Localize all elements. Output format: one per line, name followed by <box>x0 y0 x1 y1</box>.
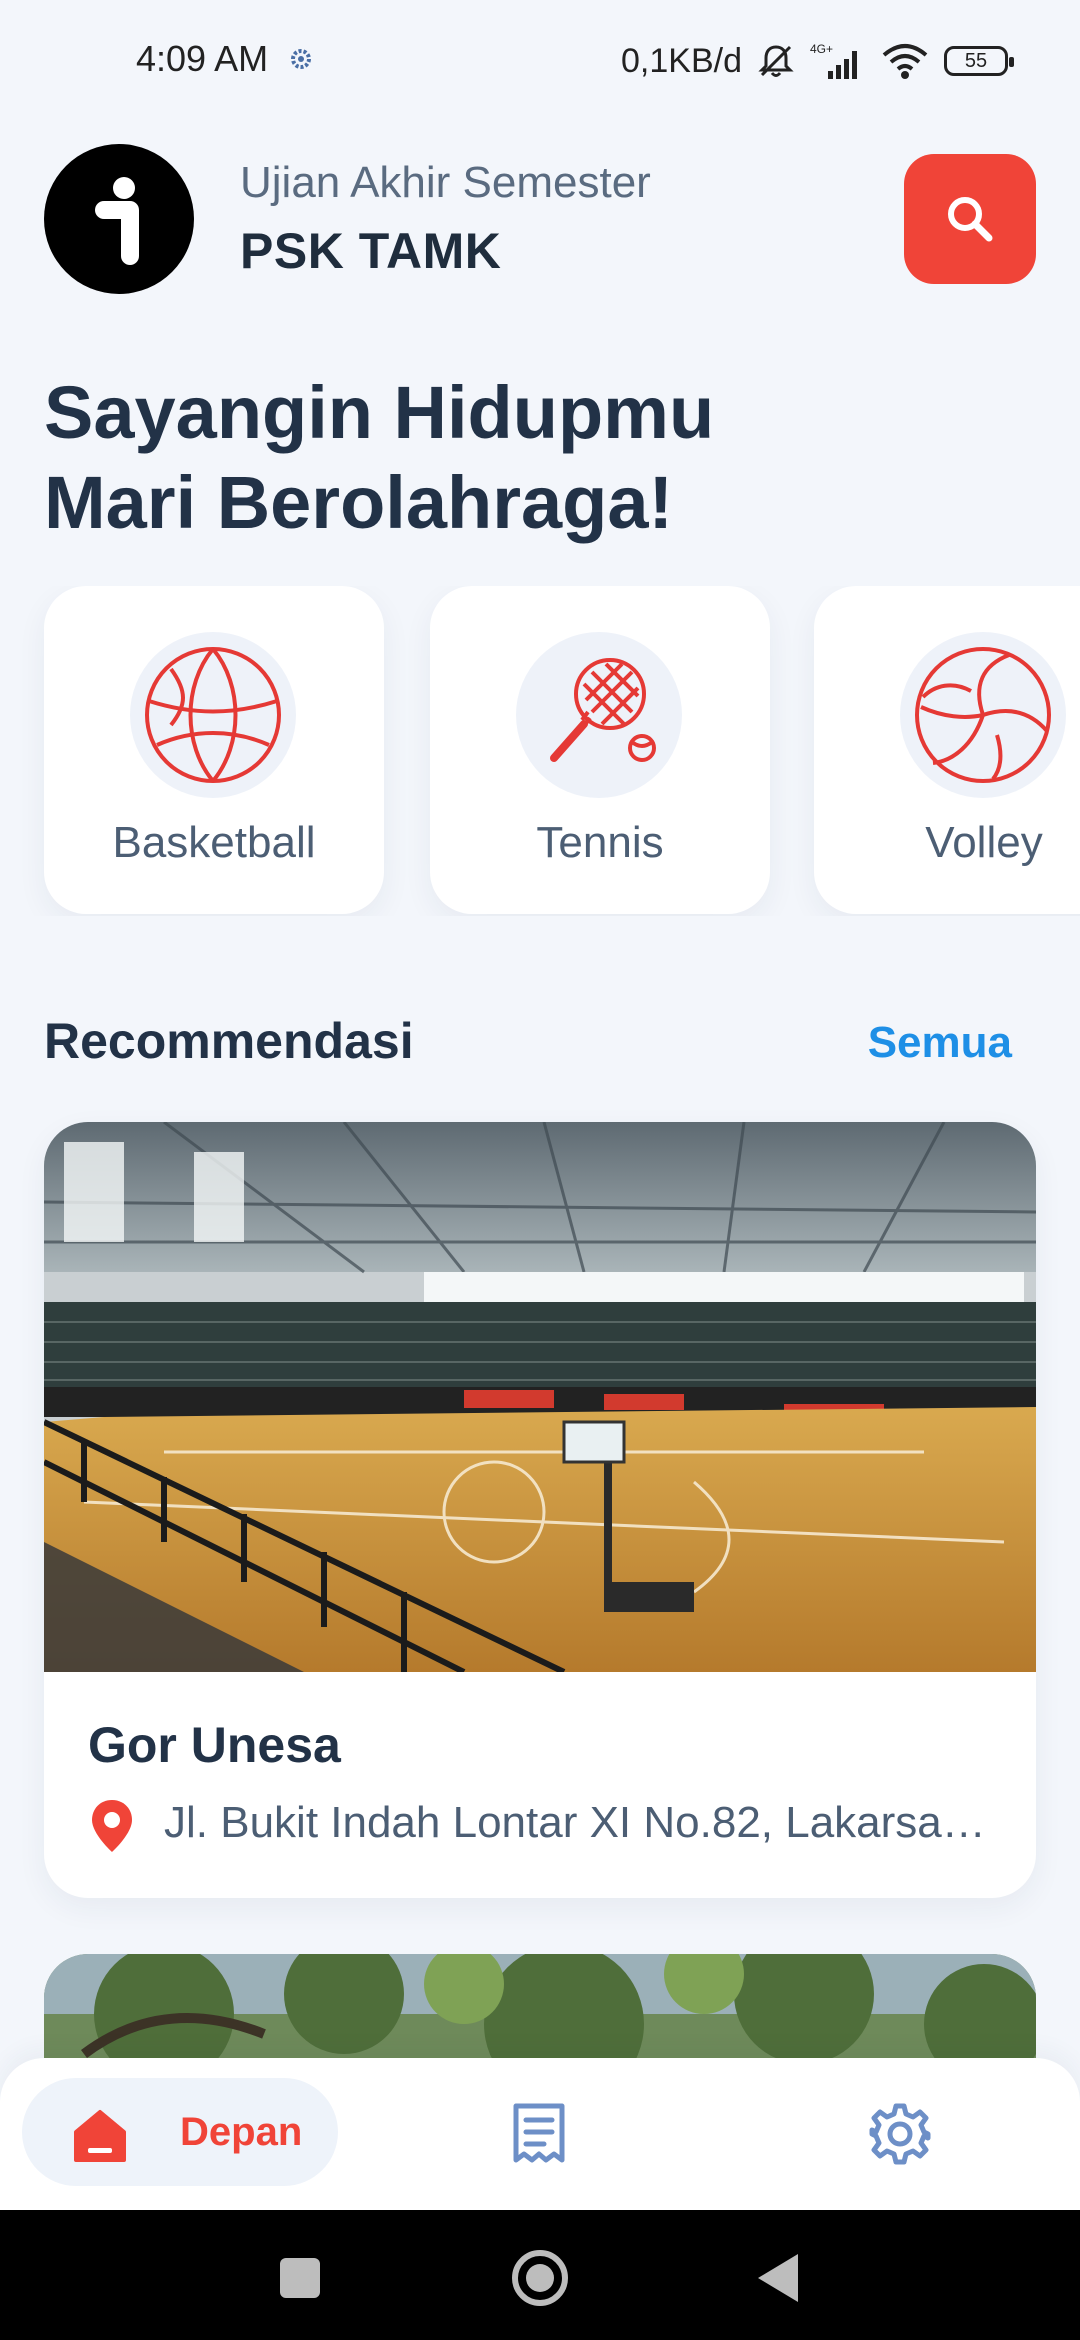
status-bar: 4:09 AM 0,1KB/d 4G+ 55 <box>0 0 1080 124</box>
search-button[interactable] <box>904 154 1036 284</box>
location-pin-icon <box>92 1800 132 1852</box>
mute-icon <box>758 45 794 77</box>
settings-icon[interactable] <box>868 2102 932 2166</box>
recent-apps-button[interactable] <box>280 2258 320 2298</box>
search-icon <box>948 197 993 242</box>
basketball-icon <box>145 647 281 783</box>
volleyball-icon <box>915 647 1051 783</box>
header-subtitle: Ujian Akhir Semester <box>240 158 651 207</box>
system-navigation-bar <box>0 2210 1080 2340</box>
category-label: Tennis <box>536 818 664 867</box>
venue-name: Gor Unesa <box>88 1717 341 1773</box>
home-icon <box>74 2110 126 2162</box>
category-label: Volley <box>925 818 1043 867</box>
category-icon-wrap <box>130 632 296 798</box>
signal-icon: 4G+ <box>810 42 857 79</box>
headline-line-2: Mari Berolahraga! <box>44 461 674 544</box>
see-all-link[interactable]: Semua <box>868 1018 1012 1068</box>
headline-line-1: Sayangin Hidupmu <box>44 371 715 454</box>
tennis-racket-icon <box>550 658 656 762</box>
venue-card[interactable]: Gor Unesa Jl. Bukit Indah Lontar XI No.8… <box>44 1122 1036 1898</box>
nav-item-home[interactable]: Depan <box>22 2078 338 2186</box>
recommendations-title: Recommendasi <box>44 1013 414 1069</box>
battery-indicator: 55 <box>944 46 1014 76</box>
wifi-icon <box>882 44 928 79</box>
back-button[interactable] <box>758 2254 798 2302</box>
status-indicators: 0,1KB/d 4G+ 55 <box>621 36 1014 86</box>
category-card-volley[interactable]: Volley <box>814 586 1080 914</box>
app-logo <box>44 144 194 294</box>
category-label: Basketball <box>112 818 316 867</box>
settings-notification-icon <box>291 49 311 69</box>
venue-photo <box>44 1122 1036 1672</box>
app-name: PSK TAMK <box>240 223 502 279</box>
status-time: 4:09 AM <box>136 38 269 79</box>
network-type-text: 4G+ <box>810 42 833 56</box>
info-icon <box>95 177 139 265</box>
nav-home-label: Depan <box>180 2110 303 2154</box>
bottom-navigation: Depan <box>0 2058 1080 2210</box>
category-icon-wrap <box>900 632 1066 798</box>
category-icon-wrap <box>516 632 682 798</box>
network-speed: 0,1KB/d <box>621 41 742 80</box>
category-card-basketball[interactable]: Basketball <box>44 586 384 914</box>
venue-address: Jl. Bukit Indah Lontar XI No.82, Lakarsa… <box>164 1798 1004 1847</box>
hero-headline: Sayangin Hidupmu Mari Berolahraga! <box>44 368 714 548</box>
category-list: Basketball Tennis Volley <box>0 586 1080 916</box>
battery-level: 55 <box>964 49 988 72</box>
receipt-icon[interactable] <box>510 2102 568 2166</box>
home-button[interactable] <box>512 2250 568 2306</box>
category-card-tennis[interactable]: Tennis <box>430 586 770 914</box>
